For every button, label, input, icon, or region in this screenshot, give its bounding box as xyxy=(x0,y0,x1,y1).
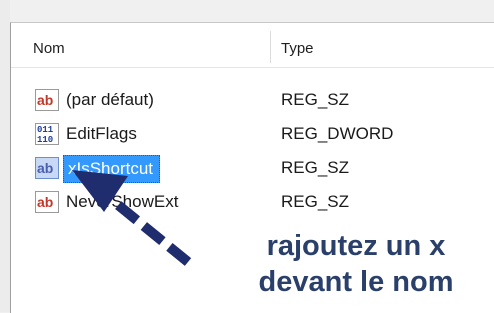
annotation-line-2: devant le nom xyxy=(258,266,454,298)
instruction-annotation: rajoutez un x devant le nom xyxy=(225,228,487,300)
annotation-line-1: rajoutez un x xyxy=(266,230,446,262)
